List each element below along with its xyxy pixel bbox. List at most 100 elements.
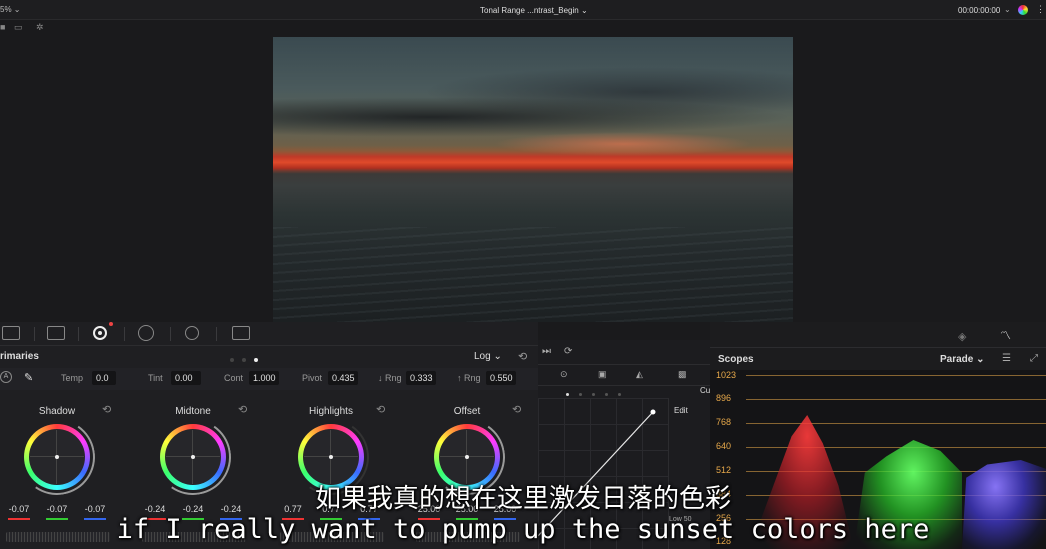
curves-toolbar: ⏭ ⟳	[538, 340, 710, 364]
clip-title-dropdown[interactable]: Tonal Range ...ntrast_Begin ⌄	[480, 6, 588, 15]
temp-label: Temp	[61, 373, 84, 383]
options-icon[interactable]: ⋮	[1036, 4, 1045, 15]
wheel-puck[interactable]	[329, 455, 333, 459]
color-match-icon[interactable]	[47, 326, 65, 340]
divider	[124, 327, 125, 341]
expand-icon[interactable]: ⤢	[1030, 353, 1038, 364]
top-toolbar: 5% ⌄ Tonal Range ...ntrast_Begin ⌄ 00:00…	[0, 0, 1046, 20]
divider	[216, 327, 217, 341]
reset-icon[interactable]: ⟲	[238, 403, 247, 416]
panel-title: rimaries	[0, 351, 39, 362]
blur-icon[interactable]: ▩	[678, 369, 687, 380]
primaries-header: rimaries Log ⌄ ⟲	[0, 348, 538, 366]
high-range-label: ↑ Rng	[457, 373, 481, 383]
loop-icon[interactable]: ⟳	[564, 346, 572, 357]
chevron-down-icon: ⌄	[976, 354, 985, 365]
active-indicator	[109, 322, 113, 326]
mode-label: Log	[474, 351, 491, 362]
wheels-mode-dropdown[interactable]: Log ⌄	[474, 351, 502, 362]
image-wipe-icon[interactable]: ▭	[14, 22, 23, 33]
auto-balance-button[interactable]: A	[0, 371, 12, 383]
wheel-label: Shadow	[38, 406, 76, 417]
color-wheel-icon[interactable]	[1018, 5, 1028, 15]
tint-field[interactable]: 0.00	[171, 371, 201, 385]
temp-field[interactable]: 0.0	[92, 371, 116, 385]
reset-icon[interactable]: ⟲	[518, 350, 527, 363]
qualifier-icon[interactable]: ⊙	[560, 369, 568, 380]
wheel-puck[interactable]	[191, 455, 195, 459]
cloud-layer	[273, 97, 793, 137]
page-dot[interactable]	[605, 393, 608, 396]
curves-label: Cu	[700, 386, 711, 395]
highlight-icon[interactable]: ✲	[36, 22, 44, 33]
curve-mode-icons: ⊙ ▣ ◭ ▩	[538, 364, 710, 386]
scope-tick: 512	[716, 465, 732, 475]
curve-control-point	[650, 409, 656, 415]
low-range-label: ↓ Rng	[378, 373, 402, 383]
keyframes-icon[interactable]: ◈	[958, 330, 966, 343]
pivot-field[interactable]: 0.435	[328, 371, 358, 385]
contrast-field[interactable]: 1.000	[249, 371, 279, 385]
wheel-label: Offset	[453, 406, 481, 417]
page-dot[interactable]	[579, 393, 582, 396]
viewer-image[interactable]	[273, 37, 793, 322]
timecode: 00:00:00:00	[958, 6, 1001, 15]
divider	[34, 327, 35, 341]
pivot-label: Pivot	[302, 373, 323, 383]
page-dot[interactable]	[618, 393, 621, 396]
sea-waves	[273, 227, 793, 322]
scope-mode-label: Parade	[940, 354, 974, 365]
page-dot[interactable]	[242, 358, 246, 362]
waveform-icon[interactable]: 〽	[1000, 327, 1011, 343]
scope-settings-icon[interactable]: ☰	[1002, 353, 1011, 364]
adjustment-row: A ✎ Temp 0.0 Tint 0.00 Cont 1.000 Pivot …	[0, 368, 538, 390]
reset-icon[interactable]: ⟲	[102, 403, 111, 416]
tint-label: Tint	[148, 373, 163, 383]
divider	[170, 327, 171, 341]
scope-tick: 640	[716, 441, 732, 451]
reset-icon[interactable]: ⟲	[512, 403, 521, 416]
graticule-line	[746, 375, 1046, 376]
viewer-toolbar: ■ ▭ ✲	[0, 20, 1046, 36]
scope-tick: 768	[716, 417, 732, 427]
page-dot-active[interactable]	[566, 393, 569, 396]
wheel-puck[interactable]	[465, 455, 469, 459]
timecode-menu-icon[interactable]: ⌄	[1004, 5, 1011, 14]
graticule-line	[746, 423, 1046, 424]
high-range-field[interactable]: 0.550	[486, 371, 516, 385]
contrast-label: Cont	[224, 373, 244, 383]
page-indicator	[230, 354, 266, 365]
scope-mode-dropdown[interactable]: Parade ⌄	[940, 354, 985, 365]
scope-tick: 1023	[716, 370, 737, 380]
camera-raw-icon[interactable]	[2, 326, 20, 340]
rgb-mixer-icon[interactable]	[185, 326, 199, 340]
reset-icon[interactable]: ⟲	[376, 403, 385, 416]
subtitle-english: if I really want to pump up the sunset c…	[116, 514, 930, 545]
graticule-line	[746, 399, 1046, 400]
scopes-header: Scopes Parade ⌄ ☰ ⤢	[710, 349, 1046, 369]
scopes-title: Scopes	[718, 354, 754, 365]
divider	[78, 327, 79, 341]
primaries-wheels-icon[interactable]	[93, 326, 107, 340]
hdr-wheels-icon[interactable]	[138, 325, 154, 341]
wheel-puck[interactable]	[55, 455, 59, 459]
chevron-down-icon: ⌄	[493, 351, 502, 362]
wheel-label: Midtone	[175, 406, 211, 417]
scopes-toolbar: ◈ 〽	[710, 322, 1046, 348]
page-dot-active[interactable]	[254, 358, 258, 362]
window-icon[interactable]: ▣	[598, 369, 607, 380]
tracker-icon[interactable]: ◭	[636, 369, 643, 380]
motion-effects-icon[interactable]	[232, 326, 250, 340]
subtitle-chinese: 如果我真的想在这里激发日落的色彩	[314, 484, 731, 514]
low-range-field[interactable]: 0.333	[406, 371, 436, 385]
page-dot[interactable]	[230, 358, 234, 362]
eyedropper-icon[interactable]: ✎	[24, 371, 33, 384]
sunset-glow	[493, 132, 753, 156]
skip-end-icon[interactable]: ⏭	[542, 346, 551, 357]
stop-icon[interactable]: ■	[0, 22, 5, 32]
scope-tick: 896	[716, 393, 732, 403]
page-dot[interactable]	[592, 393, 595, 396]
palette-toolbar	[0, 322, 538, 346]
zoom-dropdown[interactable]: 5% ⌄	[0, 5, 21, 14]
wheel-label: Highlights	[309, 406, 353, 417]
